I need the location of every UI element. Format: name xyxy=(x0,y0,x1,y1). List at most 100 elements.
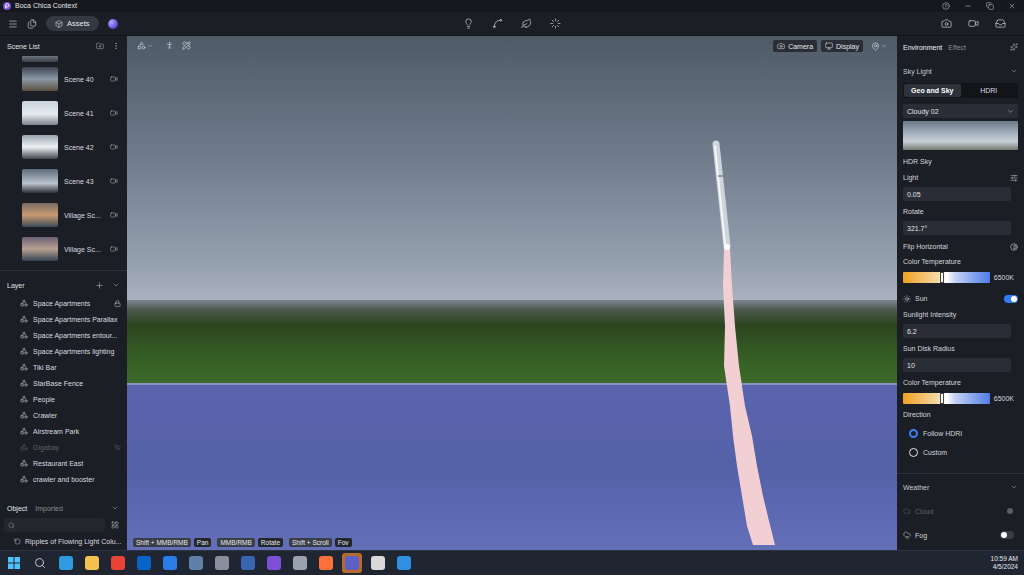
taskbar-app[interactable] xyxy=(212,553,232,573)
camera-icon[interactable] xyxy=(110,177,118,185)
color-temperature-track[interactable] xyxy=(903,393,990,404)
sliders-icon[interactable] xyxy=(1010,174,1018,182)
taskbar-app[interactable] xyxy=(56,553,76,573)
taskbar-app[interactable] xyxy=(264,553,284,573)
flip-icon[interactable] xyxy=(1010,243,1018,251)
grid-view-icon[interactable] xyxy=(111,521,119,529)
draw-icon[interactable] xyxy=(182,41,191,50)
radio-button[interactable] xyxy=(909,429,918,438)
light-field[interactable]: 0.05 xyxy=(903,187,1011,201)
add-folder-icon[interactable] xyxy=(96,42,104,50)
search-button[interactable] xyxy=(30,553,50,573)
layer-item[interactable]: Space Apartments lighting xyxy=(0,343,127,359)
weather-header[interactable]: Weather xyxy=(903,480,1018,494)
sun-toggle[interactable] xyxy=(1004,295,1018,303)
more-icon[interactable] xyxy=(112,42,120,50)
restore-icon[interactable] xyxy=(986,2,994,10)
ai-orb-icon[interactable] xyxy=(108,19,118,29)
system-clock[interactable]: 10:59 AM4/5/2024 xyxy=(991,555,1018,571)
layer-item[interactable]: crawler and booster xyxy=(0,471,127,487)
export-icon[interactable] xyxy=(995,18,1006,29)
object-search-field[interactable] xyxy=(4,518,105,532)
object-mode-button[interactable] xyxy=(133,41,157,50)
color-temperature-handle[interactable] xyxy=(941,273,943,282)
expand-chevron[interactable] xyxy=(1010,67,1018,75)
taskbar-app[interactable] xyxy=(394,553,414,573)
scene-item[interactable]: Village Sc... xyxy=(0,232,127,266)
add-icon[interactable] xyxy=(95,281,104,290)
taskbar-app[interactable] xyxy=(238,553,258,573)
taskbar-app[interactable] xyxy=(134,553,154,573)
direction-option[interactable]: Follow HDRI xyxy=(903,426,1018,440)
close-icon[interactable] xyxy=(1008,2,1016,10)
color-temperature-handle[interactable] xyxy=(941,394,943,403)
layer-item[interactable]: People xyxy=(0,391,127,407)
object-tab[interactable]: Imported xyxy=(35,505,63,512)
sun-color-temperature[interactable]: 6500K xyxy=(903,393,1018,404)
layer-item[interactable]: Gigabay xyxy=(0,439,127,455)
color-temperature-track[interactable] xyxy=(903,272,990,283)
environment-tab[interactable]: Environment xyxy=(903,44,942,51)
camera-icon[interactable] xyxy=(941,18,952,29)
taskbar-app[interactable] xyxy=(342,553,362,573)
camera-icon[interactable] xyxy=(110,245,118,253)
camera-icon[interactable] xyxy=(110,109,118,117)
scene-item[interactable]: Scene 41 xyxy=(0,96,127,130)
viewport-button[interactable]: Display xyxy=(821,40,863,52)
sky-mode-option[interactable]: HDRI xyxy=(961,84,1018,97)
files-icon[interactable] xyxy=(27,19,37,29)
scene-item[interactable]: Village Sc... xyxy=(0,198,127,232)
sunlight-intensity-field[interactable]: 6.2 xyxy=(903,324,1011,338)
sky-light-header[interactable]: Sky Light xyxy=(903,64,1018,78)
effects-icon[interactable] xyxy=(1010,43,1018,51)
sky-color-temperature[interactable]: 6500K xyxy=(903,272,1018,283)
camera-icon[interactable] xyxy=(110,211,118,219)
radio-button[interactable] xyxy=(909,448,918,457)
taskbar-app[interactable] xyxy=(316,553,336,573)
sun-disk-radius-field[interactable]: 10 xyxy=(903,358,1011,372)
chevron-down-icon[interactable] xyxy=(111,504,119,512)
assets-button[interactable]: Assets xyxy=(46,16,99,31)
minimize-icon[interactable] xyxy=(964,2,972,10)
object-tab[interactable]: Object xyxy=(7,505,27,512)
viewport-button[interactable]: Camera xyxy=(773,40,817,52)
expand-chevron[interactable] xyxy=(1010,483,1018,491)
path-icon[interactable] xyxy=(492,18,503,29)
taskbar-app[interactable] xyxy=(82,553,102,573)
leaf-icon[interactable] xyxy=(521,18,532,29)
layer-item[interactable]: Airstream Park xyxy=(0,423,127,439)
pin-menu-button[interactable] xyxy=(867,42,891,51)
environment-tab[interactable]: Effect xyxy=(948,44,966,51)
chevron-down-icon[interactable] xyxy=(112,281,120,289)
layer-item[interactable]: Space Apartments entour... xyxy=(0,327,127,343)
camera-icon[interactable] xyxy=(110,75,118,83)
scene-item[interactable]: Scene 40 xyxy=(0,62,127,96)
rotate-field[interactable]: 321.7° xyxy=(903,221,1011,235)
light-icon[interactable] xyxy=(463,18,474,29)
sky-mode-option[interactable]: Geo and Sky xyxy=(904,84,961,97)
help-icon[interactable] xyxy=(942,2,950,10)
lock-icon[interactable] xyxy=(114,300,121,307)
layer-item[interactable]: StarBase Fence xyxy=(0,375,127,391)
scene-item[interactable]: Scene 43 xyxy=(0,164,127,198)
video-icon[interactable] xyxy=(968,18,979,29)
layer-item[interactable]: Tiki Bar xyxy=(0,359,127,375)
taskbar-app[interactable] xyxy=(160,553,180,573)
weather-toggle[interactable] xyxy=(1000,531,1014,539)
taskbar-app[interactable] xyxy=(290,553,310,573)
hdri-preset-select[interactable]: Cloudy 02 xyxy=(903,104,1018,118)
loader-icon[interactable] xyxy=(550,18,561,29)
layer-item[interactable]: Restaurant East xyxy=(0,455,127,471)
taskbar-app[interactable] xyxy=(186,553,206,573)
object-item[interactable]: Ripples of Flowing Light Colu... xyxy=(0,534,127,550)
layer-item[interactable]: Space Apartments Parallax xyxy=(0,311,127,327)
scene-item[interactable]: Scene 42 xyxy=(0,130,127,164)
menu-icon[interactable] xyxy=(8,19,18,29)
direction-option[interactable]: Custom xyxy=(903,445,1018,459)
camera-icon[interactable] xyxy=(110,143,118,151)
taskbar-app[interactable] xyxy=(368,553,388,573)
eye-off-icon[interactable] xyxy=(114,444,121,451)
taskbar-app[interactable] xyxy=(108,553,128,573)
person-icon[interactable] xyxy=(165,41,174,50)
viewport[interactable]: CameraDisplayShift + MMB/RMBPanMMB/RMBRo… xyxy=(127,36,897,550)
